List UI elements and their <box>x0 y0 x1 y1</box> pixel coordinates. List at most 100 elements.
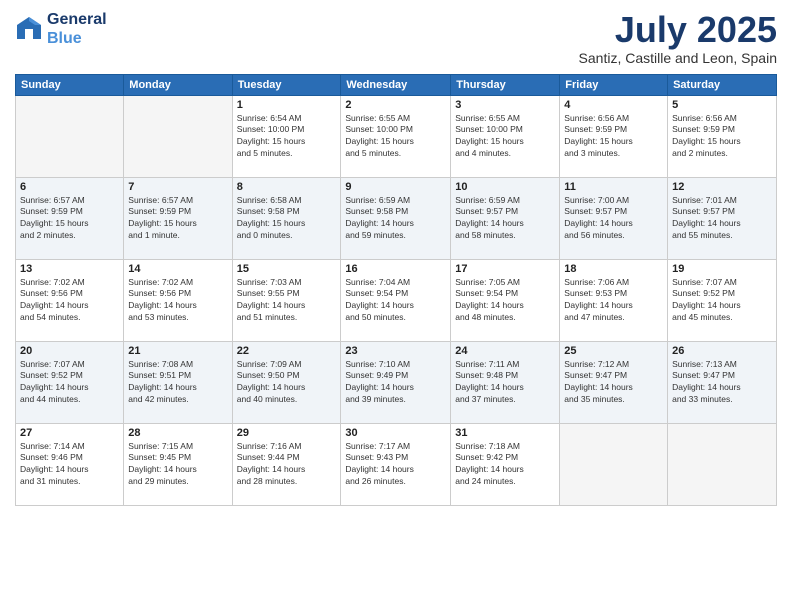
calendar-table: Sunday Monday Tuesday Wednesday Thursday… <box>15 74 777 506</box>
header-saturday: Saturday <box>668 74 777 95</box>
table-row: 23Sunrise: 7:10 AM Sunset: 9:49 PM Dayli… <box>341 341 451 423</box>
table-row: 10Sunrise: 6:59 AM Sunset: 9:57 PM Dayli… <box>451 177 560 259</box>
table-row: 30Sunrise: 7:17 AM Sunset: 9:43 PM Dayli… <box>341 423 451 505</box>
table-row: 8 Sunrise: 6:58 AM Sunset: 9:58 PM Daylig… <box>232 177 341 259</box>
day-info: Sunrise: 6:55 AM Sunset: 10:00 PM Daylig… <box>455 113 555 161</box>
table-row: 31Sunrise: 7:18 AM Sunset: 9:42 PM Dayli… <box>451 423 560 505</box>
logo-icon <box>15 15 43 43</box>
day-info: Sunrise: 7:12 AM Sunset: 9:47 PM Dayligh… <box>564 359 663 407</box>
table-row: 24Sunrise: 7:11 AM Sunset: 9:48 PM Dayli… <box>451 341 560 423</box>
table-row: 4 Sunrise: 6:56 AM Sunset: 9:59 PM Daylig… <box>560 95 668 177</box>
logo-text: General Blue <box>47 10 107 48</box>
day-info: Sunrise: 7:13 AM Sunset: 9:47 PM Dayligh… <box>672 359 772 407</box>
header-friday: Friday <box>560 74 668 95</box>
day-info: Sunrise: 7:07 AM Sunset: 9:52 PM Dayligh… <box>20 359 119 407</box>
calendar-week-row: 13 Sunrise: 7:02 AM Sunset: 9:56 PM Dayli… <box>16 259 777 341</box>
day-number: 9 <box>345 181 446 193</box>
day-number: 26 <box>672 345 772 357</box>
day-info: Sunrise: 7:15 AM Sunset: 9:45 PM Dayligh… <box>128 441 227 489</box>
day-number: 31 <box>455 427 555 439</box>
day-info: Sunrise: 7:02 AM Sunset: 9:56 PM Dayligh… <box>128 277 227 325</box>
table-row: 11Sunrise: 7:00 AM Sunset: 9:57 PM Dayli… <box>560 177 668 259</box>
table-row: 9Sunrise: 6:59 AM Sunset: 9:58 PM Daylig… <box>341 177 451 259</box>
header-sunday: Sunday <box>16 74 124 95</box>
day-number: 12 <box>672 181 772 193</box>
day-info: Sunrise: 7:00 AM Sunset: 9:57 PM Dayligh… <box>564 195 663 243</box>
table-row: 20 Sunrise: 7:07 AM Sunset: 9:52 PM Dayli… <box>16 341 124 423</box>
day-info: Sunrise: 7:14 AM Sunset: 9:46 PM Dayligh… <box>20 441 119 489</box>
day-number: 21 <box>128 345 227 357</box>
day-info: Sunrise: 7:02 AM Sunset: 9:56 PM Dayligh… <box>20 277 119 325</box>
table-row: 18 Sunrise: 7:06 AM Sunset: 9:53 PM Dayli… <box>560 259 668 341</box>
day-number: 17 <box>455 263 555 275</box>
day-info: Sunrise: 7:05 AM Sunset: 9:54 PM Dayligh… <box>455 277 555 325</box>
day-number: 22 <box>237 345 337 357</box>
day-number: 16 <box>345 263 446 275</box>
day-info: Sunrise: 6:57 AM Sunset: 9:59 PM Dayligh… <box>128 195 227 243</box>
table-row: 16Sunrise: 7:04 AM Sunset: 9:54 PM Dayli… <box>341 259 451 341</box>
day-info: Sunrise: 6:56 AM Sunset: 9:59 PM Dayligh… <box>672 113 772 161</box>
calendar-week-row: 27Sunrise: 7:14 AM Sunset: 9:46 PM Dayli… <box>16 423 777 505</box>
header: General Blue July 2025 Santiz, Castille … <box>15 10 777 66</box>
table-row <box>560 423 668 505</box>
day-number: 3 <box>455 99 555 111</box>
table-row: 6Sunrise: 6:57 AM Sunset: 9:59 PM Daylig… <box>16 177 124 259</box>
day-number: 19 <box>672 263 772 275</box>
day-number: 7 <box>128 181 227 193</box>
table-row: 17 Sunrise: 7:05 AM Sunset: 9:54 PM Dayli… <box>451 259 560 341</box>
day-number: 25 <box>564 345 663 357</box>
calendar-week-row: 20 Sunrise: 7:07 AM Sunset: 9:52 PM Dayli… <box>16 341 777 423</box>
day-number: 4 <box>564 99 663 111</box>
table-row: 21 Sunrise: 7:08 AM Sunset: 9:51 PM Dayli… <box>124 341 232 423</box>
day-number: 5 <box>672 99 772 111</box>
table-row <box>668 423 777 505</box>
day-info: Sunrise: 6:56 AM Sunset: 9:59 PM Dayligh… <box>564 113 663 161</box>
day-info: Sunrise: 6:55 AM Sunset: 10:00 PM Daylig… <box>345 113 446 161</box>
table-row: 22 Sunrise: 7:09 AM Sunset: 9:50 PM Dayli… <box>232 341 341 423</box>
table-row: 14 Sunrise: 7:02 AM Sunset: 9:56 PM Dayli… <box>124 259 232 341</box>
page: General Blue July 2025 Santiz, Castille … <box>0 0 792 612</box>
header-wednesday: Wednesday <box>341 74 451 95</box>
table-row: 5 Sunrise: 6:56 AM Sunset: 9:59 PM Daylig… <box>668 95 777 177</box>
table-row: 25 Sunrise: 7:12 AM Sunset: 9:47 PM Dayli… <box>560 341 668 423</box>
day-info: Sunrise: 7:09 AM Sunset: 9:50 PM Dayligh… <box>237 359 337 407</box>
day-number: 10 <box>455 181 555 193</box>
day-number: 28 <box>128 427 227 439</box>
table-row: 1Sunrise: 6:54 AM Sunset: 10:00 PM Dayli… <box>232 95 341 177</box>
day-info: Sunrise: 7:10 AM Sunset: 9:49 PM Dayligh… <box>345 359 446 407</box>
calendar-week-row: 6Sunrise: 6:57 AM Sunset: 9:59 PM Daylig… <box>16 177 777 259</box>
day-info: Sunrise: 7:01 AM Sunset: 9:57 PM Dayligh… <box>672 195 772 243</box>
table-row <box>124 95 232 177</box>
table-row: 2Sunrise: 6:55 AM Sunset: 10:00 PM Dayli… <box>341 95 451 177</box>
table-row: 7 Sunrise: 6:57 AM Sunset: 9:59 PM Daylig… <box>124 177 232 259</box>
day-number: 8 <box>237 181 337 193</box>
day-number: 29 <box>237 427 337 439</box>
location: Santiz, Castille and Leon, Spain <box>579 50 777 66</box>
header-thursday: Thursday <box>451 74 560 95</box>
day-number: 15 <box>237 263 337 275</box>
day-info: Sunrise: 7:17 AM Sunset: 9:43 PM Dayligh… <box>345 441 446 489</box>
logo: General Blue <box>15 10 107 48</box>
day-number: 24 <box>455 345 555 357</box>
table-row: 15 Sunrise: 7:03 AM Sunset: 9:55 PM Dayli… <box>232 259 341 341</box>
day-info: Sunrise: 6:54 AM Sunset: 10:00 PM Daylig… <box>237 113 337 161</box>
day-info: Sunrise: 7:07 AM Sunset: 9:52 PM Dayligh… <box>672 277 772 325</box>
day-info: Sunrise: 7:06 AM Sunset: 9:53 PM Dayligh… <box>564 277 663 325</box>
weekday-header-row: Sunday Monday Tuesday Wednesday Thursday… <box>16 74 777 95</box>
day-number: 13 <box>20 263 119 275</box>
day-number: 20 <box>20 345 119 357</box>
table-row <box>16 95 124 177</box>
day-info: Sunrise: 6:58 AM Sunset: 9:58 PM Dayligh… <box>237 195 337 243</box>
header-monday: Monday <box>124 74 232 95</box>
table-row: 29 Sunrise: 7:16 AM Sunset: 9:44 PM Dayli… <box>232 423 341 505</box>
table-row: 12 Sunrise: 7:01 AM Sunset: 9:57 PM Dayli… <box>668 177 777 259</box>
calendar-week-row: 1Sunrise: 6:54 AM Sunset: 10:00 PM Dayli… <box>16 95 777 177</box>
day-number: 14 <box>128 263 227 275</box>
day-info: Sunrise: 7:03 AM Sunset: 9:55 PM Dayligh… <box>237 277 337 325</box>
day-info: Sunrise: 7:08 AM Sunset: 9:51 PM Dayligh… <box>128 359 227 407</box>
title-block: July 2025 Santiz, Castille and Leon, Spa… <box>579 10 777 66</box>
day-info: Sunrise: 7:16 AM Sunset: 9:44 PM Dayligh… <box>237 441 337 489</box>
day-number: 18 <box>564 263 663 275</box>
table-row: 13 Sunrise: 7:02 AM Sunset: 9:56 PM Dayli… <box>16 259 124 341</box>
table-row: 26 Sunrise: 7:13 AM Sunset: 9:47 PM Dayli… <box>668 341 777 423</box>
